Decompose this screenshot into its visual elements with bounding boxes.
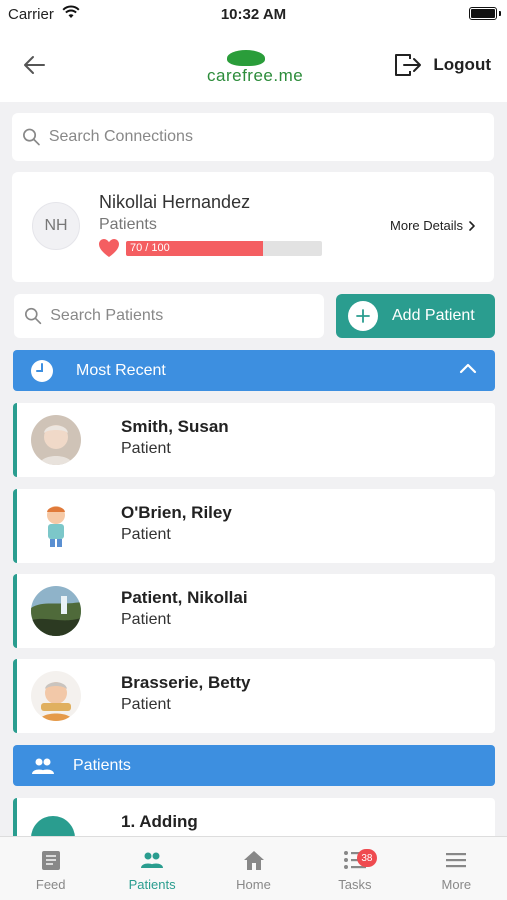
people-icon bbox=[32, 758, 54, 774]
patient-card[interactable]: Brasserie, Betty Patient bbox=[13, 659, 495, 733]
patient-photo bbox=[31, 501, 81, 551]
search-connections-input[interactable] bbox=[48, 128, 494, 146]
progress-bar: 70 / 100 bbox=[126, 241, 322, 256]
patient-type: Patient bbox=[121, 526, 171, 543]
tab-home[interactable]: Home bbox=[203, 837, 304, 900]
profile-role: Patients bbox=[99, 216, 157, 233]
progress-label: 70 / 100 bbox=[130, 242, 170, 254]
tab-label: More bbox=[441, 877, 472, 892]
chevron-up-icon bbox=[459, 363, 477, 374]
patients-section-label: Patients bbox=[73, 756, 131, 774]
patient-photo bbox=[31, 816, 75, 838]
battery-icon bbox=[469, 7, 501, 20]
patient-name: Brasserie, Betty bbox=[121, 673, 251, 692]
patient-photo bbox=[31, 586, 81, 636]
search-icon bbox=[25, 307, 42, 325]
patients-section-header[interactable]: Patients bbox=[13, 745, 495, 786]
tab-bar: Feed Patients Home 38 Tasks More bbox=[0, 836, 507, 900]
people-icon bbox=[140, 849, 164, 871]
add-patient-button[interactable]: Add Patient bbox=[336, 294, 495, 338]
nav-bar: carefree.me Logout bbox=[0, 30, 507, 102]
add-patient-label: Add Patient bbox=[392, 307, 475, 324]
patient-card[interactable]: O'Brien, Riley Patient bbox=[13, 489, 495, 563]
tab-label: Tasks bbox=[338, 877, 372, 892]
tab-label: Home bbox=[236, 877, 271, 892]
patient-name: Patient, Nikollai bbox=[121, 588, 248, 607]
tasks-badge: 38 bbox=[356, 849, 377, 867]
home-icon bbox=[242, 849, 266, 871]
most-recent-header[interactable]: Most Recent bbox=[13, 350, 495, 391]
tab-patients[interactable]: Patients bbox=[101, 837, 202, 900]
menu-icon bbox=[445, 849, 467, 871]
patient-card[interactable]: Smith, Susan Patient bbox=[13, 403, 495, 477]
logout-button[interactable]: Logout bbox=[393, 50, 491, 80]
patient-type: Patient bbox=[121, 440, 171, 457]
carefree-logo: carefree.me bbox=[205, 46, 305, 90]
patient-type: Patient bbox=[121, 696, 171, 713]
tab-feed[interactable]: Feed bbox=[0, 837, 101, 900]
clock-icon bbox=[31, 359, 53, 382]
logout-icon bbox=[395, 54, 422, 76]
list-item[interactable]: 1. Adding bbox=[13, 798, 495, 838]
tab-label: Patients bbox=[128, 877, 176, 892]
search-connections-bar bbox=[12, 113, 494, 161]
patient-photo bbox=[31, 415, 81, 465]
profile-name: Nikollai Hernandez bbox=[99, 192, 251, 212]
heart-icon bbox=[99, 239, 119, 257]
tab-more[interactable]: More bbox=[406, 837, 507, 900]
patient-card[interactable]: Patient, Nikollai Patient bbox=[13, 574, 495, 648]
chevron-right-icon bbox=[469, 220, 475, 231]
clock-time: 10:32 AM bbox=[220, 6, 287, 23]
back-arrow-icon[interactable] bbox=[20, 52, 50, 78]
leaf-icon bbox=[227, 50, 265, 66]
status-bar: Carrier 10:32 AM bbox=[0, 0, 507, 30]
patient-name: O'Brien, Riley bbox=[121, 503, 232, 522]
logout-label: Logout bbox=[433, 55, 491, 74]
plus-icon bbox=[348, 301, 378, 331]
logo-text: carefree.me bbox=[207, 66, 304, 85]
profile-card: NH Nikollai Hernandez Patients 70 / 100 … bbox=[12, 172, 494, 282]
more-details-link[interactable]: More Details bbox=[390, 218, 478, 233]
patient-name: Smith, Susan bbox=[121, 417, 229, 436]
search-patients-bar bbox=[14, 294, 324, 338]
more-details-label: More Details bbox=[390, 218, 463, 233]
search-patients-input[interactable] bbox=[50, 307, 324, 325]
feed-icon bbox=[40, 849, 62, 871]
avatar: NH bbox=[32, 202, 80, 250]
tab-tasks[interactable]: 38 Tasks bbox=[304, 837, 405, 900]
patient-photo bbox=[31, 671, 81, 721]
most-recent-label: Most Recent bbox=[76, 361, 166, 379]
patient-type: Patient bbox=[121, 611, 171, 628]
patient-name: 1. Adding bbox=[121, 812, 198, 831]
tab-label: Feed bbox=[35, 877, 66, 892]
search-icon bbox=[23, 128, 40, 146]
